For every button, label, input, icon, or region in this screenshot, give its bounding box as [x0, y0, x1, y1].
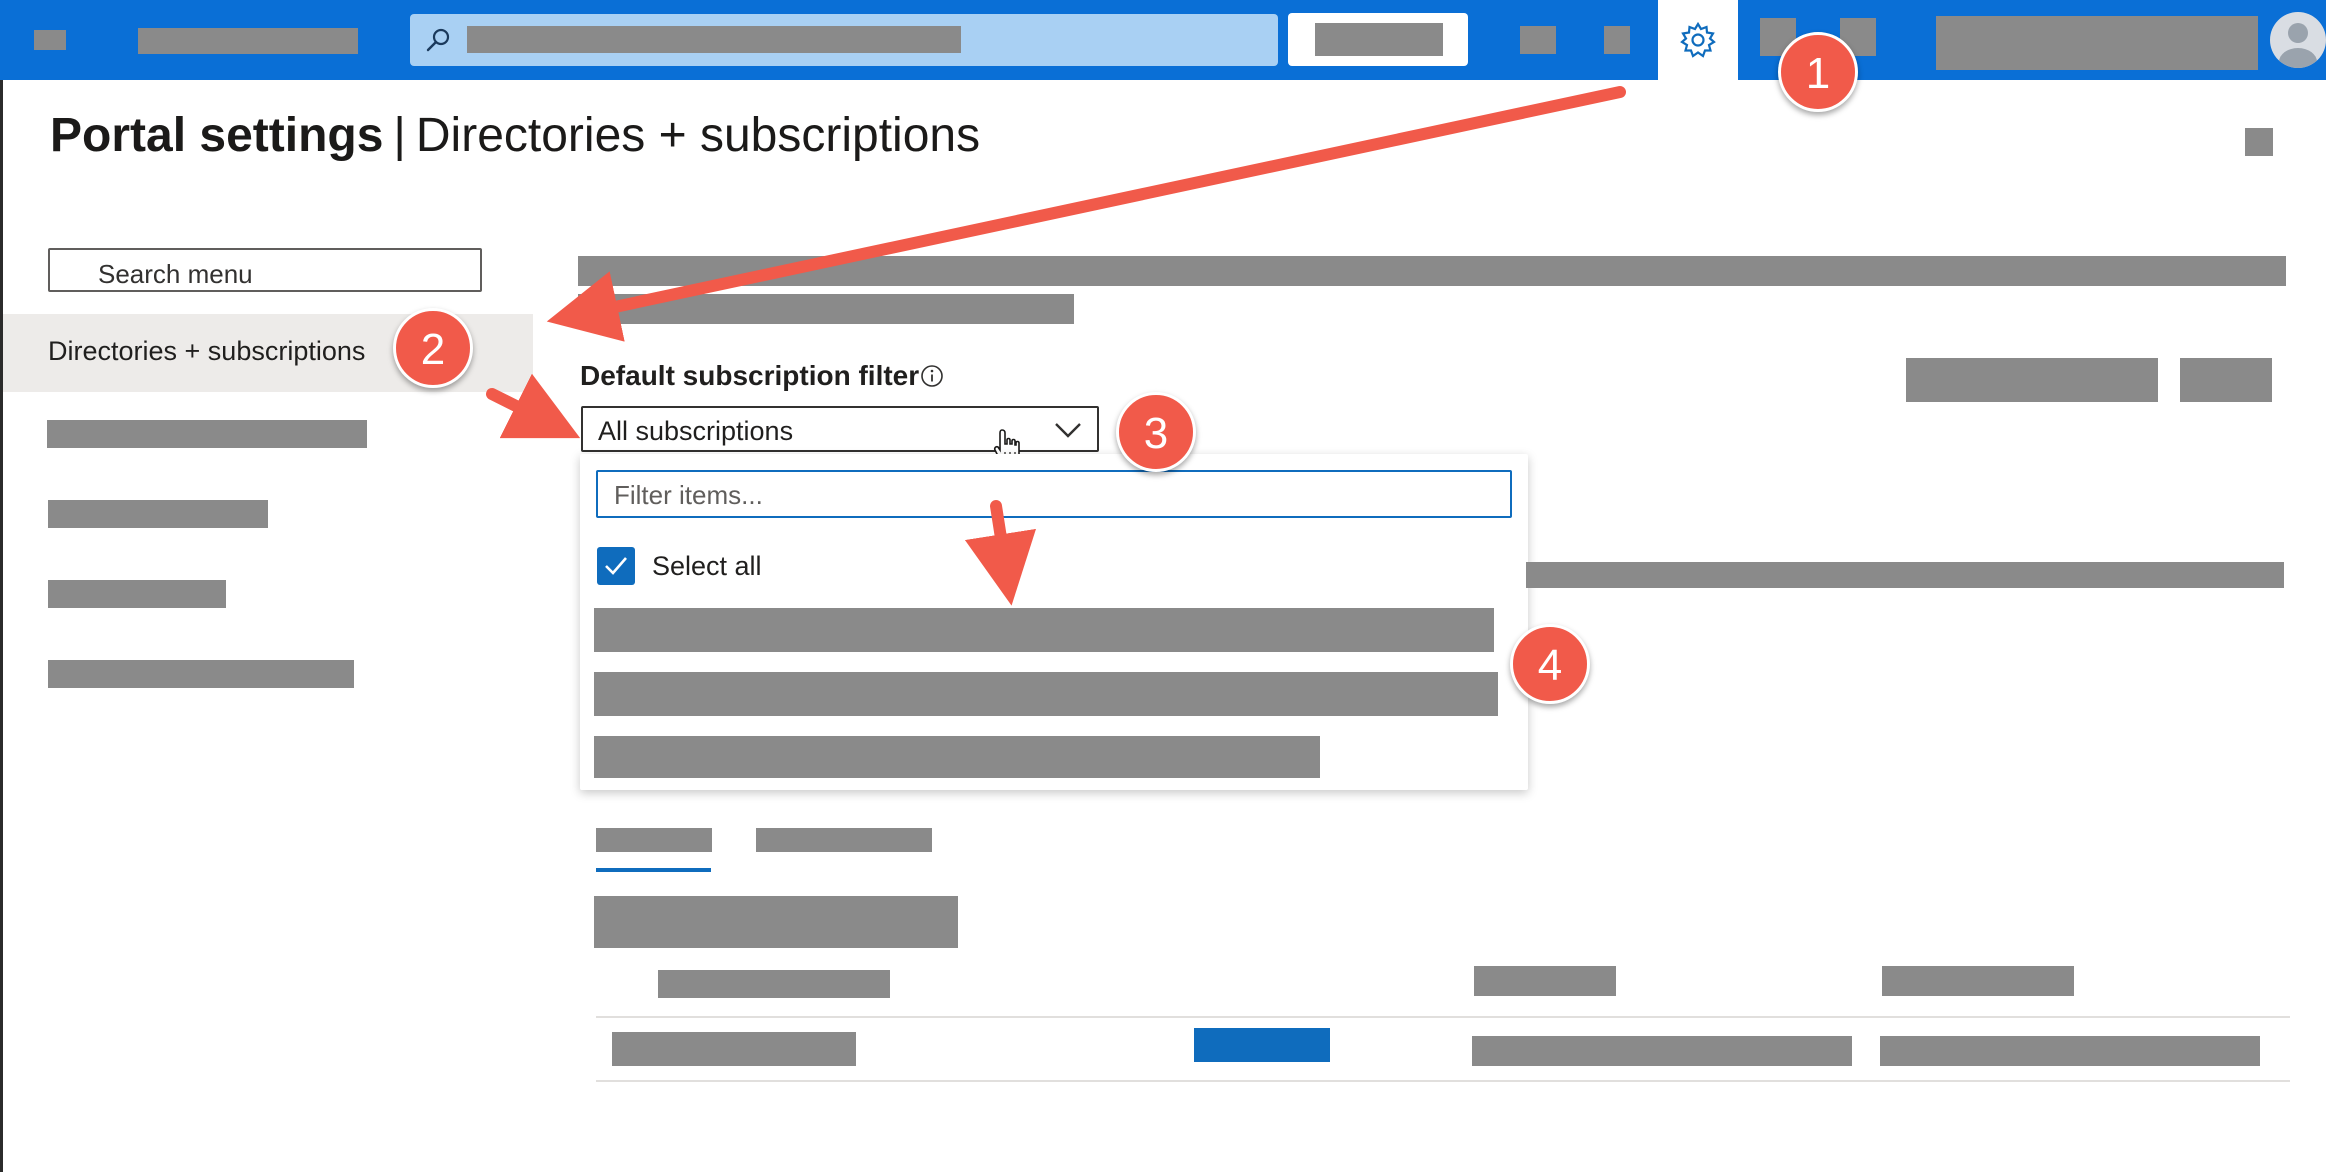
select-all-label: Select all: [652, 551, 762, 581]
search-icon: [426, 28, 450, 52]
description-text-redacted: [578, 256, 2286, 286]
column-header-redacted: [1474, 966, 1616, 996]
menu-search-input[interactable]: Search menu: [48, 248, 482, 292]
window-frame-edge: [0, 80, 3, 1172]
table-divider: [596, 1016, 2290, 1018]
default-subscription-filter-label: Default subscription filter: [580, 360, 920, 391]
copilot-button[interactable]: [1288, 13, 1468, 66]
page-title-sub: Directories + subscriptions: [415, 109, 981, 162]
annotation-badge-1: 1: [1778, 32, 1858, 112]
description-text-redacted: [578, 294, 1074, 324]
annotation-number: 1: [1805, 49, 1831, 98]
annotation-badge-3: 3: [1116, 392, 1196, 472]
checkmark-icon: [605, 557, 627, 575]
toolbar-icon-redacted[interactable]: [1520, 26, 1556, 54]
gear-icon: [1680, 21, 1716, 58]
action-button-redacted[interactable]: [1906, 358, 2158, 402]
column-header-redacted: [1882, 966, 2074, 996]
button-label-redacted: [1315, 23, 1443, 56]
annotation-badge-4: 4: [1510, 624, 1590, 704]
subscription-option-redacted[interactable]: [594, 672, 1498, 716]
subscription-option-redacted[interactable]: [594, 736, 1320, 778]
tab-redacted[interactable]: [596, 828, 712, 852]
sidebar-item-label: Directories + subscriptions: [48, 336, 366, 366]
section-text-redacted: [1526, 562, 2284, 588]
annotation-badge-2: 2: [393, 308, 473, 388]
search-placeholder-redacted: [467, 26, 961, 53]
sidebar-item-redacted[interactable]: [48, 660, 354, 688]
table-cell-redacted: [1880, 1036, 2260, 1066]
annotation-number: 3: [1143, 409, 1169, 458]
portal-brand-redacted[interactable]: [138, 28, 358, 54]
subscription-option-redacted[interactable]: [594, 608, 1494, 652]
action-button-redacted[interactable]: [2180, 358, 2272, 402]
table-cell-redacted: [1472, 1036, 1852, 1066]
avatar-icon: [2279, 23, 2317, 68]
page-title: Portal settings | Directories + subscripti…: [50, 108, 980, 163]
table-cell-redacted: [612, 1032, 856, 1066]
menu-search-placeholder: Search menu: [98, 259, 253, 289]
dropdown-selected-value: All subscriptions: [598, 416, 794, 446]
avatar[interactable]: [2270, 12, 2326, 68]
settings-tab[interactable]: [1658, 0, 1738, 80]
top-navigation-bar: [0, 0, 2326, 80]
page-title-separator: |: [393, 109, 406, 162]
column-header-redacted: [658, 970, 890, 998]
annotation-arrow-2: [486, 373, 581, 439]
filter-items-input[interactable]: [596, 470, 1512, 518]
annotation-number: 2: [420, 325, 446, 374]
menu-icon-redacted[interactable]: [34, 30, 66, 50]
sidebar-item-redacted[interactable]: [47, 420, 367, 448]
page-title-main: Portal settings: [50, 109, 384, 162]
sidebar-item-redacted[interactable]: [48, 580, 226, 608]
info-icon[interactable]: [920, 364, 944, 388]
sidebar-item-redacted[interactable]: [48, 500, 268, 528]
table-toolbar-redacted[interactable]: [594, 896, 958, 948]
chevron-down-icon: [1055, 423, 1081, 438]
select-all-checkbox[interactable]: [597, 547, 635, 585]
table-cell-link-redacted[interactable]: [1194, 1028, 1330, 1062]
close-button-redacted[interactable]: [2245, 128, 2273, 156]
account-info-redacted[interactable]: [1936, 16, 2258, 70]
annotation-number: 4: [1537, 641, 1563, 690]
filter-items-field[interactable]: [612, 478, 1496, 512]
table-divider: [596, 1080, 2290, 1082]
tab-redacted[interactable]: [756, 828, 932, 852]
active-tab-indicator: [596, 868, 711, 872]
global-search-box[interactable]: [410, 14, 1278, 66]
toolbar-icon-redacted[interactable]: [1604, 26, 1630, 54]
